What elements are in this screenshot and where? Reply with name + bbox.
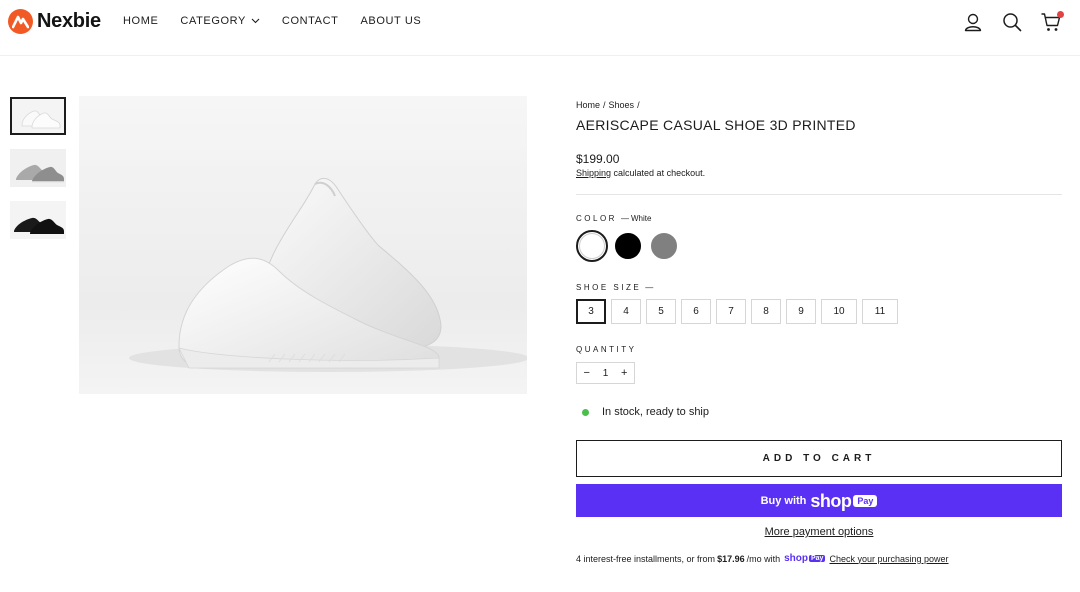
thumbnail-white[interactable] — [10, 97, 66, 135]
swatch-white-fill — [579, 233, 605, 259]
stock-text: In stock, ready to ship — [602, 406, 709, 418]
size-label: SHOE SIZE — — [576, 283, 1062, 292]
logo-mark-icon — [8, 8, 33, 34]
breadcrumb-separator: / — [603, 100, 606, 110]
shop-wordmark: shop — [810, 490, 852, 511]
cart-badge — [1057, 11, 1064, 18]
check-purchasing-power-link[interactable]: Check your purchasing power — [829, 554, 948, 564]
installments-suffix: /mo with — [746, 553, 781, 564]
brand-name: Nexbie — [37, 9, 101, 32]
nav-contact[interactable]: CONTACT — [282, 14, 339, 28]
size-option[interactable]: 7 — [716, 299, 746, 324]
size-option[interactable]: 11 — [862, 299, 898, 324]
thumbnail-gray[interactable] — [10, 149, 66, 187]
size-option[interactable]: 8 — [751, 299, 781, 324]
shipping-text: calculated at checkout. — [611, 168, 706, 178]
breadcrumb: Home / Shoes / — [576, 100, 1062, 110]
user-icon[interactable] — [962, 11, 984, 33]
size-option[interactable]: 3 — [576, 299, 606, 324]
mini-pay-badge: Pay — [809, 555, 826, 562]
size-option[interactable]: 4 — [611, 299, 641, 324]
in-stock-dot-icon — [582, 408, 589, 416]
quantity-increase-button[interactable]: + — [615, 363, 635, 383]
nav-about-us[interactable]: ABOUT US — [360, 14, 421, 28]
color-selected-value: White — [630, 214, 652, 223]
pay-badge: Pay — [853, 494, 878, 507]
size-option[interactable]: 9 — [786, 299, 816, 324]
swatch-white[interactable] — [576, 230, 608, 262]
quantity-decrease-button[interactable]: − — [577, 363, 597, 383]
stock-status: In stock, ready to ship — [576, 406, 1062, 418]
nav-category-label: CATEGORY — [180, 15, 246, 27]
buy-with-label: Buy with — [760, 494, 807, 507]
color-label: COLOR — White — [576, 214, 1062, 223]
size-option[interactable]: 10 — [821, 299, 857, 324]
quantity-input[interactable] — [596, 363, 615, 383]
site-header: Nexbie HOME CATEGORY CONTACT ABOUT US — [0, 0, 1080, 56]
quantity-stepper: − + — [576, 362, 635, 384]
color-label-text: COLOR — [576, 214, 617, 223]
nav-about-label: ABOUT US — [360, 15, 422, 27]
size-label-dash: — — [645, 283, 654, 292]
swatch-gray[interactable] — [648, 230, 680, 262]
product-title: AERISCAPE CASUAL SHOE 3D PRINTED — [576, 117, 856, 133]
size-option[interactable]: 6 — [681, 299, 711, 324]
product-price: $199.00 — [576, 152, 620, 166]
nav-contact-label: CONTACT — [281, 15, 339, 27]
size-label-text: SHOE SIZE — [576, 283, 642, 292]
divider — [576, 194, 1062, 195]
swatch-gray-fill — [651, 233, 677, 259]
breadcrumb-shoes[interactable]: Shoes — [609, 100, 635, 110]
quantity-label: QUANTITY — [576, 345, 637, 354]
color-label-dash: — — [620, 214, 629, 223]
chevron-down-icon — [251, 14, 260, 28]
size-option[interactable]: 5 — [646, 299, 676, 324]
installments-prefix: 4 interest-free installments, or from — [576, 553, 716, 564]
buy-with-shop-pay-button[interactable]: Buy with shop Pay — [576, 484, 1062, 517]
size-options: 3 4 5 6 7 8 9 10 11 — [576, 299, 1062, 324]
brand-logo[interactable]: Nexbie — [8, 8, 101, 34]
thumbnail-list — [10, 97, 66, 253]
nav-category[interactable]: CATEGORY — [180, 14, 260, 28]
shipping-link[interactable]: Shipping — [576, 168, 611, 178]
thumbnail-black[interactable] — [10, 201, 66, 239]
shop-pay-logo: shop Pay — [784, 553, 826, 564]
mini-shop-wordmark: shop — [784, 553, 808, 564]
shipping-note: Shipping calculated at checkout. — [576, 168, 1062, 178]
more-payment-options-link[interactable]: More payment options — [576, 526, 1062, 538]
nav-home[interactable]: HOME — [123, 14, 158, 28]
installments-amount: $17.96 — [717, 553, 745, 564]
search-icon[interactable] — [1001, 11, 1023, 33]
product-main-image[interactable] — [79, 96, 527, 394]
breadcrumb-separator: / — [637, 100, 640, 110]
main-nav: HOME CATEGORY CONTACT ABOUT US — [123, 14, 443, 28]
nav-home-label: HOME — [123, 15, 159, 27]
add-to-cart-button[interactable]: ADD TO CART — [576, 440, 1062, 477]
swatch-black[interactable] — [612, 230, 644, 262]
product-info: Home / Shoes / AERISCAPE CASUAL SHOE 3D … — [576, 100, 1062, 564]
color-swatches — [576, 230, 1062, 262]
breadcrumb-home[interactable]: Home — [576, 100, 600, 110]
header-actions — [945, 11, 1064, 33]
installments-note: 4 interest-free installments, or from $1… — [576, 553, 1062, 564]
cart-icon[interactable] — [1040, 11, 1064, 33]
swatch-black-fill — [615, 233, 641, 259]
